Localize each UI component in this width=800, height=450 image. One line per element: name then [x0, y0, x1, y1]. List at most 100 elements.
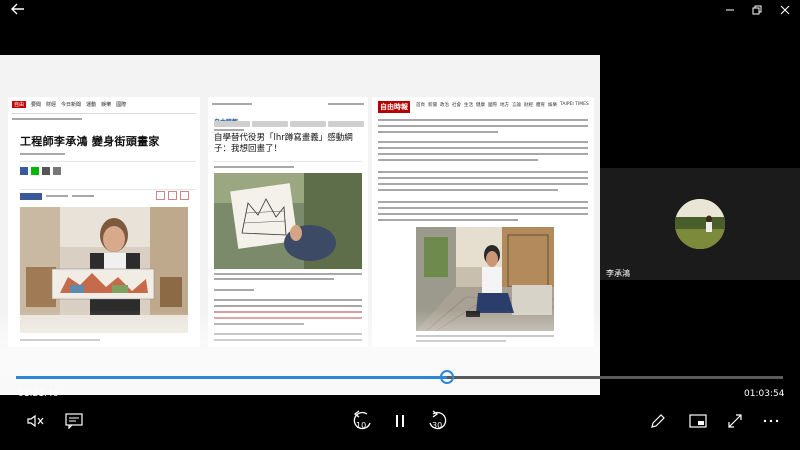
article3-nav: 首頁 新聞 政治 社會 生活 健康 國際 地方 言論 財經 體育 娛樂 TAIP…	[416, 102, 589, 108]
facebook-icon[interactable]	[20, 167, 28, 175]
article2-text	[214, 305, 362, 307]
mini-view-button[interactable]	[687, 410, 709, 432]
close-icon	[780, 4, 790, 19]
edit-button[interactable]	[648, 410, 668, 432]
article2-tab[interactable]	[252, 121, 288, 127]
pause-button[interactable]	[391, 410, 409, 432]
rewind-seconds: 10	[356, 421, 367, 430]
seek-bar[interactable]	[16, 370, 783, 384]
divider	[20, 189, 196, 190]
app-root: 自由 要聞 財經 今日新聞 運動 娛樂 國際 工程師李承鴻 變身街頭畫家 自學替…	[0, 0, 800, 450]
article3-text	[378, 189, 558, 191]
font-size-button[interactable]	[156, 191, 165, 200]
article1-nav-item: 運動	[86, 101, 97, 108]
minimize-icon	[725, 4, 735, 19]
article3-text	[378, 125, 588, 127]
article3-text	[378, 183, 588, 185]
article2-top-link	[212, 103, 252, 105]
fullscreen-button[interactable]	[725, 410, 745, 432]
link-icon[interactable]	[53, 167, 61, 175]
captions-icon	[65, 413, 83, 429]
article2-photo	[214, 173, 362, 269]
rewind-icon: 10	[351, 409, 373, 433]
share-count	[72, 195, 94, 197]
article2-tab[interactable]	[214, 121, 250, 127]
photo-caption	[214, 278, 334, 280]
back-button[interactable]	[0, 0, 36, 22]
article2-text	[214, 289, 254, 291]
article3-nav-item: 社會	[452, 103, 461, 108]
expand-icon	[727, 413, 743, 429]
article3-text	[378, 131, 498, 133]
article1-date	[20, 153, 65, 155]
total-time: 01:03:54	[744, 389, 785, 399]
print-button[interactable]	[168, 191, 177, 200]
article3-nav-item: 娛樂	[548, 103, 557, 108]
like-count	[46, 195, 68, 197]
article1-nav-item: 要聞	[31, 101, 42, 108]
article3-nav-item: TAIPEI TIMES	[560, 102, 589, 107]
article3-nav-item: 新聞	[428, 103, 437, 108]
comment-button[interactable]	[180, 191, 189, 200]
article2-date	[328, 103, 364, 105]
share-buttons	[20, 167, 61, 175]
article3-nav-item: 生活	[464, 103, 473, 108]
like-button[interactable]	[20, 193, 42, 200]
captions-button[interactable]	[64, 410, 84, 432]
mini-view-icon	[689, 414, 707, 428]
controls-overlay-gradient	[0, 310, 600, 395]
forward-button[interactable]: 30	[426, 408, 450, 434]
back-arrow-icon	[11, 3, 25, 19]
participant-name: 李承鴻	[606, 269, 630, 278]
article3-nav-item: 首頁	[416, 103, 425, 108]
article2-tabs	[214, 121, 364, 127]
pencil-icon	[650, 413, 666, 429]
article1-nav-item: 財經	[46, 101, 57, 108]
restore-icon	[752, 4, 762, 19]
forward-icon: 30	[427, 409, 449, 433]
article3-nav-item: 地方	[500, 103, 509, 108]
rewind-button[interactable]: 10	[350, 408, 374, 434]
pause-icon	[394, 414, 406, 428]
article3-nav-item: 言論	[512, 103, 521, 108]
title-bar	[0, 0, 800, 22]
article3-nav-item: 政治	[440, 103, 449, 108]
article3-text	[378, 153, 588, 155]
article3-text	[378, 177, 588, 179]
article3-text	[378, 207, 588, 209]
restore-button[interactable]	[743, 0, 771, 22]
seek-bar-played	[16, 376, 448, 379]
article2-headline: 自學替代役男「lhr蹲寫畫義」感動網子：我想回畫了！	[214, 133, 353, 154]
article3-text	[378, 201, 588, 203]
article2-tab[interactable]	[290, 121, 326, 127]
article3-nav-item: 財經	[524, 103, 533, 108]
more-options-button[interactable]	[760, 410, 782, 432]
video-frame[interactable]: 自由 要聞 財經 今日新聞 運動 娛樂 國際 工程師李承鴻 變身街頭畫家 自學替…	[0, 55, 600, 395]
seek-bar-thumb[interactable]	[440, 370, 455, 384]
newspaper-masthead: 自由時報	[378, 101, 410, 113]
article3-text	[378, 119, 588, 121]
article2-tab[interactable]	[328, 121, 364, 127]
article2-breadcrumb	[214, 129, 244, 131]
article3-text	[378, 213, 588, 215]
article3-text	[378, 219, 518, 221]
article1-logo: 自由	[12, 100, 27, 108]
article3-text	[378, 141, 588, 143]
mute-button[interactable]	[26, 410, 46, 432]
forward-seconds: 30	[432, 421, 443, 430]
divider	[12, 113, 196, 114]
article2-text	[214, 299, 362, 301]
article1-nav-item: 國際	[116, 101, 127, 108]
photo-caption	[214, 273, 362, 275]
article3-nav-item: 健康	[476, 103, 485, 108]
current-time: 01:21:46	[18, 389, 59, 399]
close-button[interactable]	[771, 0, 799, 22]
article3-text	[378, 159, 538, 161]
article2-share-row	[214, 166, 294, 168]
line-icon[interactable]	[31, 167, 39, 175]
volume-muted-icon	[27, 414, 45, 428]
share-icon[interactable]	[42, 167, 50, 175]
article3-text	[378, 171, 588, 173]
divider	[214, 161, 362, 162]
minimize-button[interactable]	[716, 0, 744, 22]
